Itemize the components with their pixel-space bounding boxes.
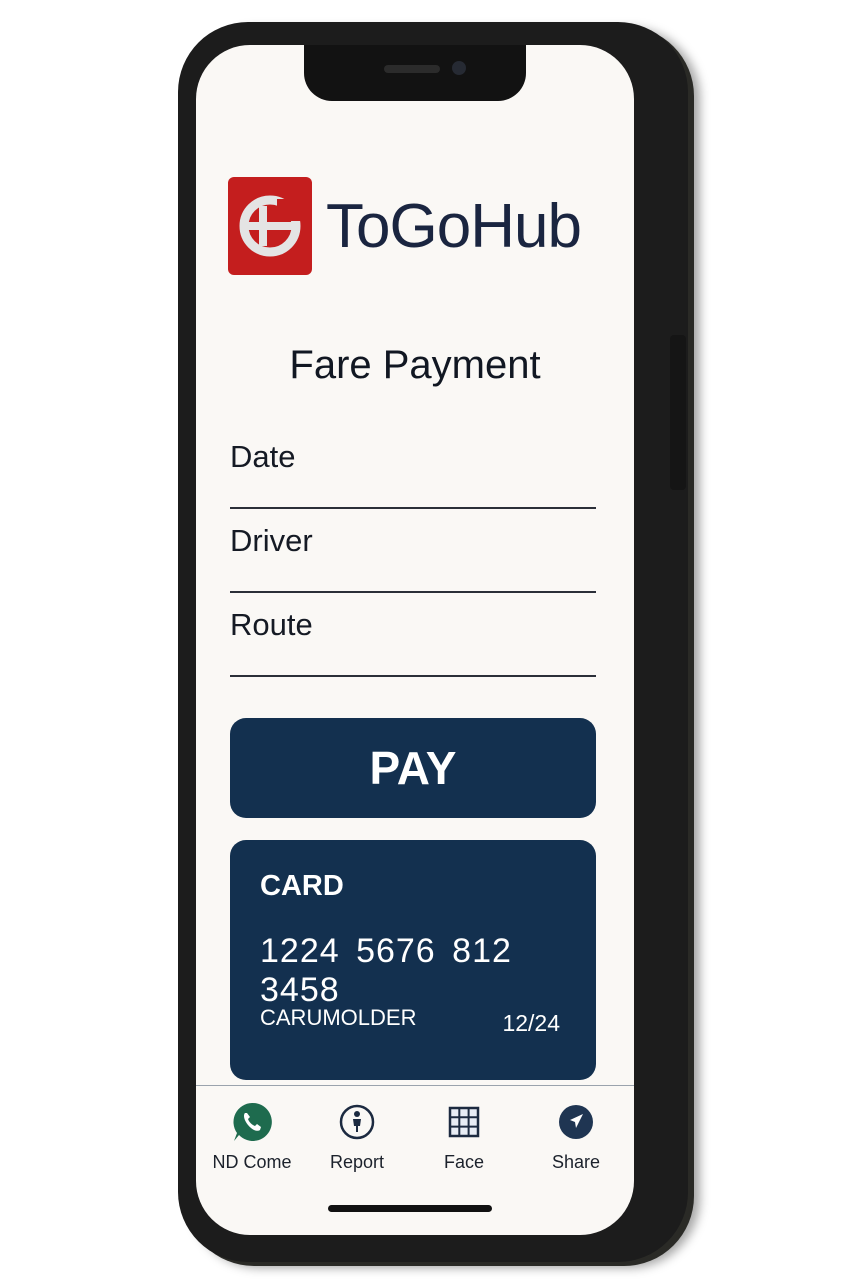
front-camera (452, 61, 466, 75)
driver-field-label: Driver (230, 523, 313, 558)
tab-report-label: Report (329, 1152, 385, 1172)
route-field-label: Route (230, 607, 313, 642)
tab-report[interactable]: Report (307, 1100, 407, 1173)
card-number: 1224 5676 812 3458 (260, 932, 512, 1009)
route-field[interactable]: Route (230, 591, 596, 677)
speaker-grille (384, 65, 440, 73)
card-title: CARD (260, 870, 344, 902)
phone-chat-icon (230, 1100, 274, 1144)
phone-notch (304, 45, 526, 101)
home-indicator[interactable] (328, 1205, 492, 1212)
phone-screen: ToGoHub Fare Payment Date Driver Route P… (196, 45, 634, 1235)
date-field-label: Date (230, 439, 296, 474)
phone-side-button (670, 335, 686, 490)
date-field[interactable]: Date (230, 423, 596, 509)
tab-face[interactable]: Face (414, 1100, 514, 1173)
tab-nd-come[interactable]: ND Come (202, 1100, 302, 1173)
tab-share[interactable]: Share (526, 1100, 626, 1173)
card-expiry: 12/24 (502, 1010, 560, 1036)
pay-button[interactable]: PAY (230, 718, 596, 818)
payment-card[interactable]: CARD 1224 5676 812 3458 CARUMOLDER 12/24 (230, 840, 596, 1080)
app-header: ToGoHub (228, 177, 582, 275)
driver-field[interactable]: Driver (230, 507, 596, 593)
grid-icon (442, 1100, 486, 1144)
bottom-tab-bar: ND Come Report Face Share (196, 1085, 634, 1235)
togohub-logo-icon (228, 177, 312, 275)
tab-face-label: Face (443, 1152, 485, 1172)
card-holder-name: CARUMOLDER (260, 1005, 417, 1030)
tab-nd-come-label: ND Come (212, 1152, 292, 1172)
person-icon (335, 1100, 379, 1144)
page-title: Fare Payment (289, 343, 541, 387)
brand-name: ToGoHub (326, 191, 582, 261)
navigation-arrow-icon (554, 1100, 598, 1144)
tab-share-label: Share (551, 1152, 601, 1172)
